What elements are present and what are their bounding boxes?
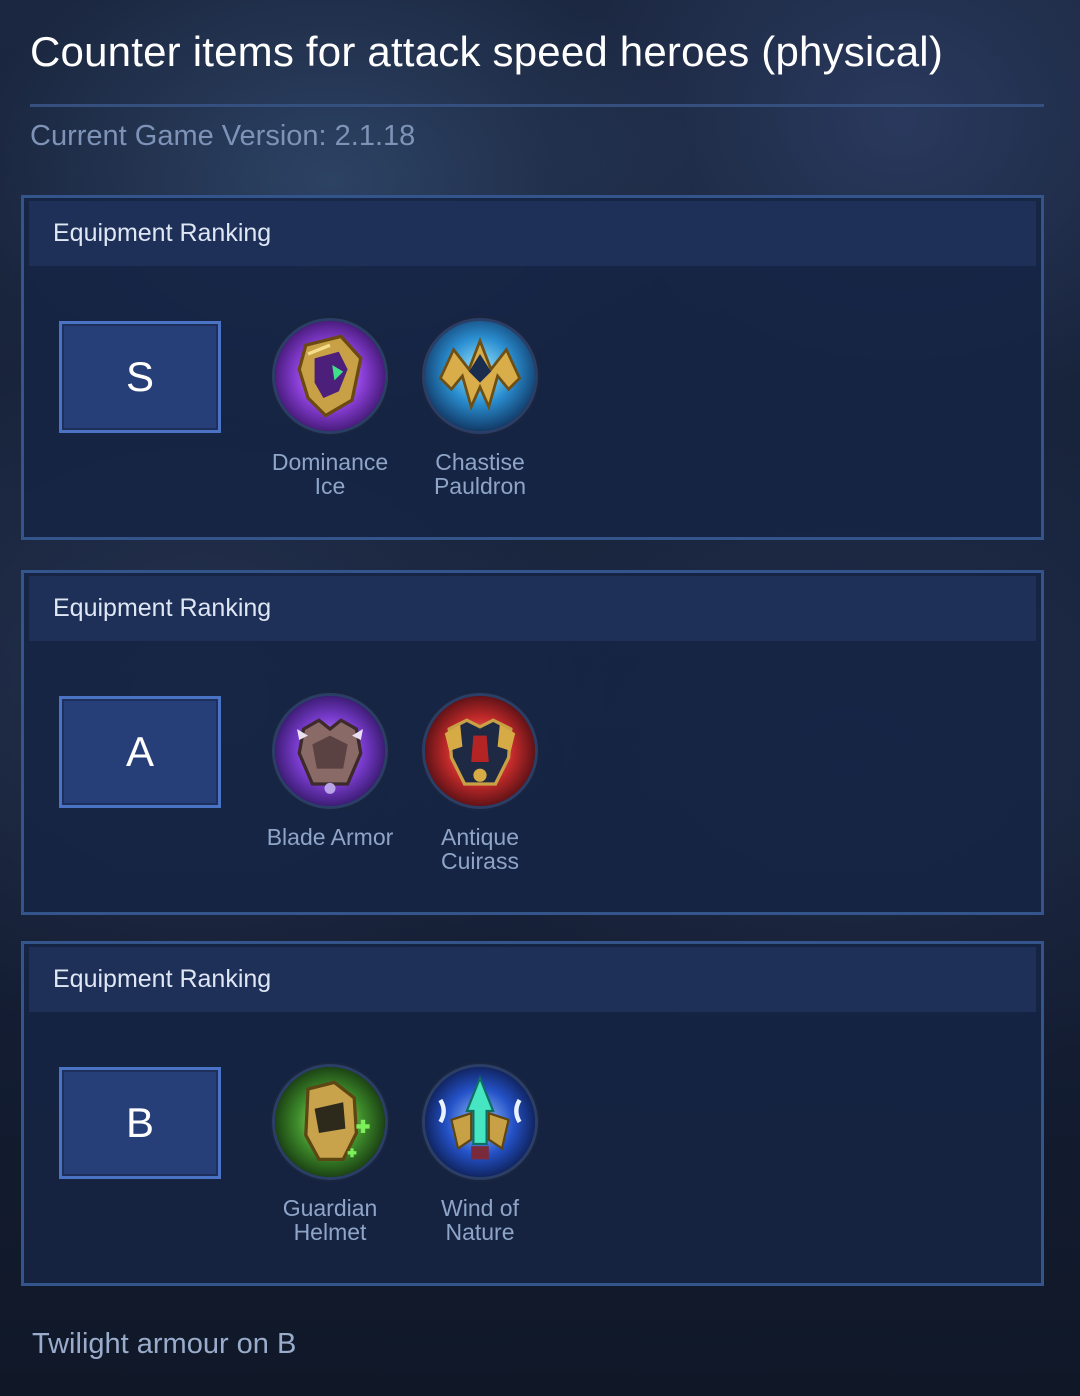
antique-cuirass-icon[interactable] [422, 693, 538, 809]
item-wind-of-nature[interactable]: Wind of Nature [410, 1064, 550, 1244]
item-name: Guardian Helmet [282, 1195, 378, 1245]
chastise-pauldron-icon[interactable] [422, 318, 538, 434]
game-version: Current Game Version: 2.1.18 [30, 120, 416, 152]
rank-letter: S [125, 353, 154, 400]
tier-panel-b: Equipment Ranking B Guardian Helmet Wind… [21, 941, 1044, 1286]
panel-title: Equipment Ranking [53, 965, 272, 993]
wind-of-nature-icon[interactable] [422, 1064, 538, 1180]
panel-header: Equipment Ranking [29, 201, 1036, 266]
panel-title: Equipment Ranking [53, 594, 272, 622]
tier-panel-s: Equipment Ranking S Dominance Ice Chasti… [21, 195, 1044, 540]
item-blade-armor[interactable]: Blade Armor [260, 693, 400, 849]
panel-title: Equipment Ranking [53, 219, 272, 247]
item-chastise-pauldron[interactable]: Chastise Pauldron [410, 318, 550, 498]
item-antique-cuirass[interactable]: Antique Cuirass [410, 693, 550, 873]
panel-header: Equipment Ranking [29, 576, 1036, 641]
item-guardian-helmet[interactable]: Guardian Helmet [260, 1064, 400, 1244]
guardian-helmet-icon[interactable] [272, 1064, 388, 1180]
rank-letter: A [125, 728, 154, 775]
panel-header: Equipment Ranking [29, 947, 1036, 1012]
rank-badge-a: A [59, 696, 221, 808]
item-name: Antique Cuirass [440, 824, 519, 874]
item-name: Chastise Pauldron [433, 449, 527, 499]
rank-letter: B [125, 1099, 154, 1146]
item-name: Dominance Ice [271, 449, 389, 499]
blade-armor-icon[interactable] [272, 693, 388, 809]
page-title: Counter items for attack speed heroes (p… [30, 28, 944, 75]
rank-badge-b: B [59, 1067, 221, 1179]
tier-panel-a: Equipment Ranking A Blade Armor Antique … [21, 570, 1044, 915]
item-dominance-ice[interactable]: Dominance Ice [260, 318, 400, 498]
rank-badge-s: S [59, 321, 221, 433]
item-name: Blade Armor [266, 824, 394, 850]
dominance-ice-icon[interactable] [272, 318, 388, 434]
item-name: Wind of Nature [441, 1195, 519, 1245]
footnote: Twilight armour on B [32, 1328, 297, 1360]
title-divider [30, 104, 1044, 107]
